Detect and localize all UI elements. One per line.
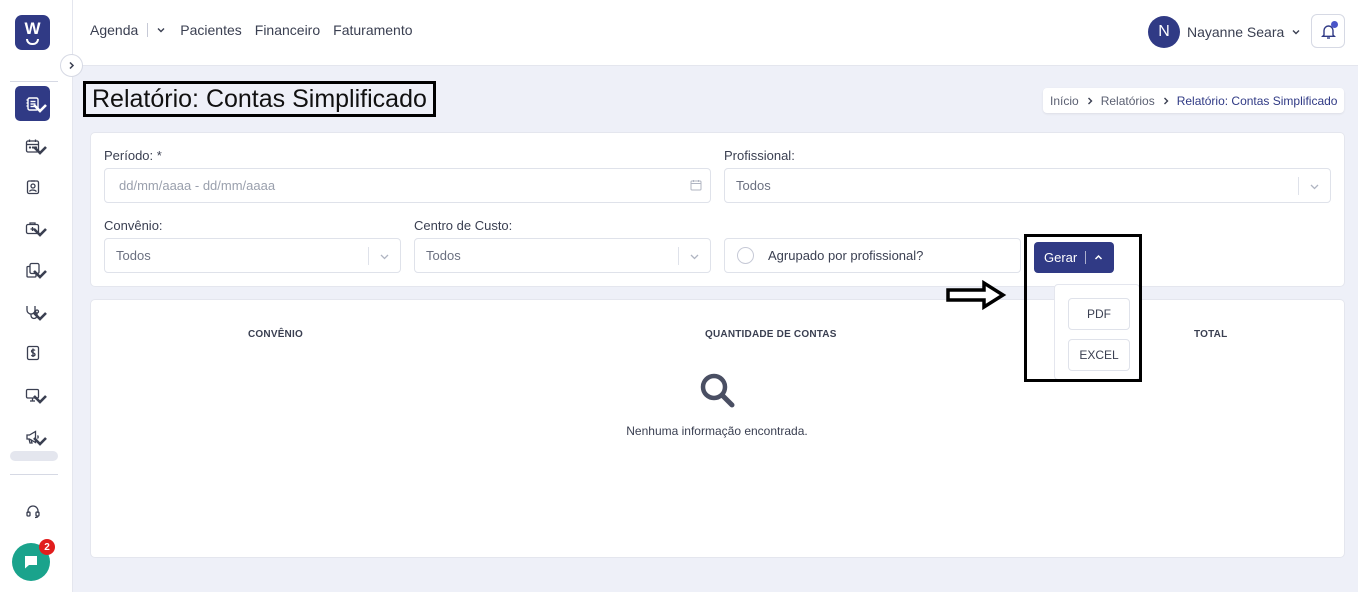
sidebar-item-calendar[interactable] (15, 128, 50, 163)
notifications-button[interactable] (1311, 14, 1345, 48)
sidebar-divider (10, 81, 58, 82)
chevron-right-icon (1162, 97, 1170, 105)
dollar-icon (26, 345, 39, 360)
sidebar-divider (10, 474, 58, 475)
nav-financeiro[interactable]: Financeiro (255, 22, 320, 38)
nav-faturamento[interactable]: Faturamento (333, 22, 412, 38)
agrupado-label: Agrupado por profissional? (768, 248, 924, 263)
logo-letter: W (24, 19, 41, 38)
search-icon (700, 373, 735, 408)
sidebar-toggle-button[interactable] (60, 54, 83, 77)
avatar: N (1148, 16, 1180, 48)
nav-agenda-dropdown[interactable] (156, 25, 166, 35)
breadcrumb-home[interactable]: Início (1050, 94, 1079, 108)
button-separator (1085, 251, 1087, 264)
user-name: Nayanne Seara (1187, 24, 1285, 40)
nav-agenda[interactable]: Agenda (90, 22, 138, 38)
periodo-placeholder: dd/mm/aaaa - dd/mm/aaaa (119, 178, 276, 193)
chat-bubble-icon (25, 556, 37, 569)
breadcrumb: Início Relatórios Relatório: Contas Simp… (1043, 88, 1345, 113)
sidebar-item-patients[interactable] (15, 169, 50, 204)
export-pdf-option[interactable]: PDF (1068, 298, 1130, 330)
sidebar: W 2 (0, 0, 73, 592)
breadcrumb-current: Relatório: Contas Simplificado (1176, 93, 1338, 108)
logo-smile-icon (26, 39, 39, 45)
chevron-up-icon (1095, 254, 1103, 260)
gerar-label: Gerar (1044, 250, 1078, 265)
export-dropdown: PDF EXCEL (1054, 284, 1140, 380)
profissional-select[interactable]: Todos (724, 168, 1331, 203)
chevron-down-icon (33, 104, 47, 113)
chevron-down-icon (157, 28, 165, 33)
column-header-total: TOTAL (1194, 329, 1228, 340)
convenio-label: Convênio: (104, 218, 163, 233)
periodo-label: Período: * (104, 148, 162, 163)
chevron-right-icon (1086, 97, 1094, 105)
sidebar-item-screens[interactable] (15, 377, 50, 412)
profissional-label: Profissional: (724, 148, 795, 163)
sidebar-item-support[interactable] (15, 493, 50, 528)
profissional-value: Todos (736, 178, 771, 193)
sidebar-item-financial[interactable] (15, 335, 50, 370)
export-excel-option[interactable]: EXCEL (1068, 339, 1130, 371)
sidebar-item-clinical[interactable] (15, 210, 50, 245)
chevron-right-icon (69, 61, 75, 70)
centro-custo-select[interactable]: Todos (414, 238, 711, 273)
sidebar-scrollbar[interactable] (10, 451, 58, 461)
select-indicator (678, 247, 710, 265)
chevron-down-icon (33, 146, 47, 155)
select-indicator (368, 247, 400, 265)
chevron-down-icon (1292, 30, 1300, 35)
convenio-select[interactable]: Todos (104, 238, 401, 273)
patient-badge-icon (26, 179, 39, 194)
gerar-button[interactable]: Gerar (1034, 242, 1114, 273)
top-nav: Agenda Pacientes Financeiro Faturamento (90, 22, 426, 38)
select-indicator (1298, 177, 1330, 195)
app-logo[interactable]: W (15, 15, 50, 50)
nav-pacientes[interactable]: Pacientes (180, 22, 241, 38)
chevron-down-icon (33, 395, 47, 404)
column-header-quantidade: QUANTIDADE DE CONTAS (705, 329, 837, 340)
agrupado-checkbox-field[interactable]: Agrupado por profissional? (724, 238, 1021, 273)
user-menu[interactable]: N Nayanne Seara (1148, 16, 1301, 48)
sidebar-item-procedures[interactable] (15, 294, 50, 329)
calendar-icon (690, 180, 702, 191)
chevron-down-icon (33, 270, 47, 279)
chat-badge: 2 (39, 539, 55, 555)
chevron-down-icon (1310, 184, 1319, 189)
chevron-down-icon (380, 254, 389, 259)
notification-dot (1331, 21, 1338, 28)
chevron-down-icon (33, 228, 47, 237)
centro-custo-label: Centro de Custo: (414, 218, 513, 233)
chevron-down-icon (690, 254, 699, 259)
centro-custo-value: Todos (426, 248, 461, 263)
column-header-convenio: CONVÊNIO (248, 329, 303, 340)
nav-separator (147, 23, 149, 37)
sidebar-item-documents[interactable] (15, 252, 50, 287)
page-title: Relatório: Contas Simplificado (83, 81, 436, 117)
agrupado-checkbox[interactable] (737, 247, 754, 264)
chevron-down-icon (33, 312, 47, 321)
periodo-input[interactable]: dd/mm/aaaa - dd/mm/aaaa (104, 168, 711, 203)
convenio-value: Todos (116, 248, 151, 263)
headset-icon (25, 504, 40, 518)
sidebar-item-reports[interactable] (15, 86, 50, 121)
top-bar: Agenda Pacientes Financeiro Faturamento … (73, 0, 1358, 66)
empty-message: Nenhuma informação encontrada. (626, 424, 808, 438)
breadcrumb-reports[interactable]: Relatórios (1101, 94, 1155, 108)
arrow-right-icon (946, 279, 1007, 311)
